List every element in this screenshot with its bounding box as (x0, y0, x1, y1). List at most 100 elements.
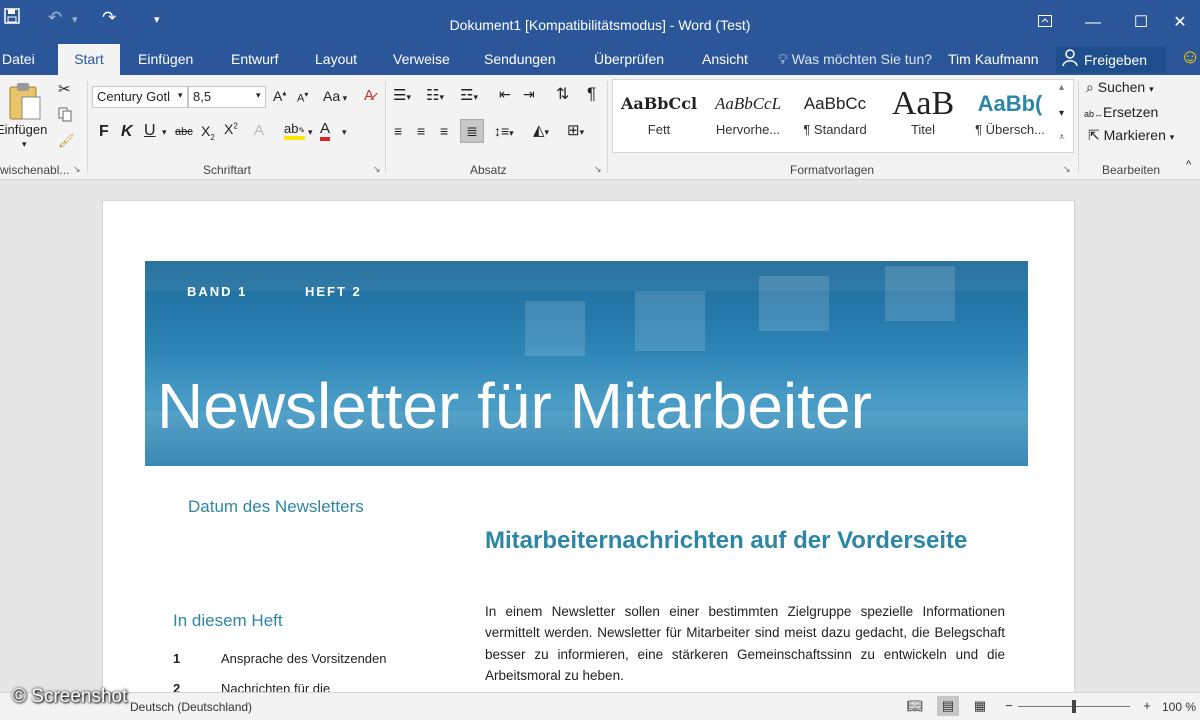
increase-indent-icon[interactable]: ⇥ (523, 86, 535, 103)
tab-layout[interactable]: Layout (303, 44, 369, 75)
styles-launcher-icon[interactable]: ↘ (1063, 164, 1071, 175)
copy-icon[interactable] (58, 107, 73, 125)
tell-me-box[interactable]: 💡︎ Was möchten Sie tun? (778, 44, 932, 75)
shrink-font-icon[interactable]: A▾ (297, 90, 308, 105)
superscript-icon[interactable]: X2 (224, 121, 238, 137)
font-color-dropdown-icon[interactable]: ▾ (342, 127, 347, 138)
clear-formatting-icon[interactable]: A̷ (364, 87, 374, 104)
styles-gallery: AaBbCcl Fett AaBbCcL Hervorhe... AaBbCc … (612, 79, 1074, 153)
show-marks-icon[interactable]: ¶ (587, 84, 596, 104)
decrease-indent-icon[interactable]: ⇤ (499, 86, 511, 103)
zoom-out-icon[interactable]: − (998, 696, 1020, 716)
clipboard-paste-icon[interactable] (8, 81, 42, 124)
newsletter-headline: Newsletter für Mitarbeiter (157, 370, 872, 442)
format-painter-icon[interactable]: 🖌︎ (58, 133, 75, 149)
numbering-icon[interactable]: ☷▾ (426, 86, 444, 104)
clipboard-launcher-icon[interactable]: ↘ (73, 164, 81, 175)
maximize-icon[interactable]: ☐ (1118, 8, 1164, 38)
editing-group-label: Bearbeiten (1102, 163, 1161, 177)
close-icon[interactable]: ✕ (1160, 8, 1200, 38)
tab-start[interactable]: Start (58, 44, 120, 75)
select-button[interactable]: ⇱ Markieren ▾ (1088, 127, 1174, 144)
style-standard[interactable]: AaBbCc ¶ Standard (791, 86, 879, 148)
tab-datei[interactable]: Datei (0, 44, 47, 75)
font-size-dropdown-icon[interactable]: ▾ (256, 90, 261, 101)
style-hervorhebung-name: Hervorhe... (715, 122, 781, 137)
paste-button[interactable]: Einfügen (0, 122, 47, 137)
zoom-level[interactable]: 100 % (1162, 700, 1196, 714)
align-left-icon[interactable]: ≡ (394, 123, 402, 139)
collapse-ribbon-icon[interactable]: ^ (1186, 159, 1191, 171)
smiley-icon[interactable]: ☺ (1180, 46, 1200, 69)
change-case-button[interactable]: Aa ▾ (323, 88, 347, 104)
language-label: Deutsch (Deutschland) (130, 700, 253, 714)
search-icon: ⌕ (1086, 79, 1094, 95)
share-label: Freigeben (1084, 52, 1148, 68)
style-fett[interactable]: AaBbCcl Fett (615, 86, 703, 148)
font-group-label: Schriftart (203, 163, 252, 177)
font-family-dropdown-icon[interactable]: ▾ (178, 90, 183, 101)
font-size-input[interactable]: 8,5 (188, 86, 266, 108)
text-effects-icon[interactable]: A (254, 122, 264, 139)
zoom-in-icon[interactable]: + (1136, 696, 1158, 716)
tab-sendungen[interactable]: Sendungen (472, 44, 568, 75)
zoom-slider-thumb[interactable] (1072, 700, 1076, 713)
article-title: Mitarbeiternachrichten auf der Vordersei… (485, 527, 968, 554)
align-right-icon[interactable]: ≡ (440, 123, 448, 139)
font-launcher-icon[interactable]: ↘ (373, 164, 381, 175)
styles-scroll-up-icon[interactable]: ▴ (1059, 82, 1064, 93)
style-hervorhebung-sample: AaBbCcL (714, 94, 782, 113)
italic-button[interactable]: K (121, 123, 133, 141)
banner-window (759, 276, 829, 331)
font-color-icon[interactable]: A (320, 120, 331, 141)
user-name[interactable]: Tim Kaufmann (948, 44, 1039, 75)
tab-ueberpruefen[interactable]: Überprüfen (582, 44, 676, 75)
minimize-icon[interactable]: — (1070, 8, 1116, 38)
multilevel-list-icon[interactable]: ☲▾ (460, 86, 478, 104)
share-button[interactable]: Freigeben (1056, 47, 1166, 73)
document-page[interactable]: BAND 1 HEFT 2 Newsletter für Mitarbeiter… (102, 200, 1075, 700)
highlight-icon[interactable]: ab✎ (284, 121, 306, 140)
replace-button[interactable]: ab↔Ersetzen (1084, 104, 1158, 120)
tab-verweise[interactable]: Verweise (381, 44, 462, 75)
underline-button[interactable]: U (144, 122, 156, 140)
title-bar: ↶ ▾ ↷ ▾ Dokument1 [Kompatibilitätsmodus]… (0, 0, 1200, 44)
toc-text: Ansprache des Vorsitzenden (221, 651, 387, 666)
bold-button[interactable]: F (99, 123, 109, 141)
underline-dropdown-icon[interactable]: ▾ (162, 127, 167, 138)
shading-icon[interactable]: ◭▾ (533, 121, 549, 139)
style-fett-sample: AaBbCcl (620, 94, 698, 113)
find-button[interactable]: ⌕ Suchen ▾ (1086, 79, 1154, 96)
paste-dropdown-icon[interactable]: ▾ (22, 139, 27, 150)
print-layout-icon[interactable]: ▤ (937, 696, 959, 716)
web-layout-icon[interactable]: ▦ (969, 696, 991, 716)
styles-more-icon[interactable]: ⩡ (1059, 132, 1065, 143)
read-mode-icon[interactable]: 📖︎ (904, 696, 926, 716)
subscript-icon[interactable]: X2 (201, 123, 215, 142)
style-standard-sample: AaBbCc (803, 94, 867, 113)
styles-scroll-down-icon[interactable]: ▾ (1059, 108, 1064, 119)
sort-icon[interactable]: ⇅ (556, 84, 569, 104)
line-spacing-icon[interactable]: ↕≡▾ (494, 123, 514, 139)
paragraph-launcher-icon[interactable]: ↘ (594, 164, 602, 175)
tell-me-text: Was möchten Sie tun? (791, 51, 933, 67)
tab-ansicht[interactable]: Ansicht (690, 44, 760, 75)
lightbulb-icon: 💡︎ (778, 51, 788, 67)
style-hervorhebung[interactable]: AaBbCcL Hervorhe... (704, 86, 792, 148)
style-ueberschrift[interactable]: AaBb( ¶ Übersch... (968, 86, 1052, 148)
cut-icon[interactable]: ✂ (58, 80, 71, 98)
ribbon-tabs: Datei Start Einfügen Entwurf Layout Verw… (0, 44, 1200, 75)
grow-font-icon[interactable]: A▴ (273, 88, 286, 104)
tab-einfuegen[interactable]: Einfügen (126, 44, 205, 75)
align-center-icon[interactable]: ≡ (417, 123, 425, 139)
separator (607, 81, 608, 173)
style-titel[interactable]: AaB Titel (879, 86, 967, 148)
borders-icon[interactable]: ⊞▾ (567, 121, 584, 139)
font-family-input[interactable]: Century Gotl (92, 86, 188, 108)
justify-icon[interactable]: ≣ (460, 119, 484, 143)
strikethrough-button[interactable]: abc (175, 126, 193, 138)
bullets-icon[interactable]: ☰▾ (393, 86, 411, 104)
ribbon-display-icon[interactable] (1022, 8, 1068, 38)
highlight-dropdown-icon[interactable]: ▾ (308, 127, 313, 138)
tab-entwurf[interactable]: Entwurf (219, 44, 290, 75)
